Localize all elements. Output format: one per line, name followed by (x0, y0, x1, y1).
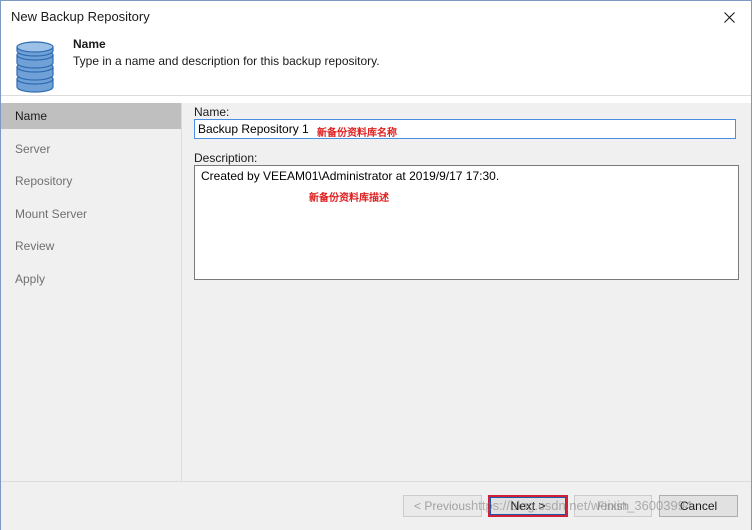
wizard-footer: < Previous Next > Finish Cancel (1, 481, 751, 530)
name-input[interactable] (194, 119, 736, 139)
step-subtitle: Type in a name and description for this … (73, 54, 380, 68)
sidebar-item-mount-server[interactable]: Mount Server (1, 201, 181, 227)
title-bar: New Backup Repository (1, 1, 751, 33)
sidebar-item-name[interactable]: Name (1, 103, 181, 129)
sidebar-item-repository[interactable]: Repository (1, 168, 181, 194)
sidebar-item-review[interactable]: Review (1, 233, 181, 259)
description-input[interactable]: Created by VEEAM01\Administrator at 2019… (194, 165, 739, 280)
dialog-window: New Backup Repository Name Type in a nam… (0, 0, 752, 530)
description-annotation: 新备份资料库描述 (309, 193, 389, 204)
close-button[interactable] (707, 1, 751, 33)
next-button[interactable]: Next > (488, 495, 568, 517)
finish-button[interactable]: Finish (574, 495, 652, 517)
window-title: New Backup Repository (11, 9, 150, 24)
database-icon (16, 41, 54, 93)
name-label: Name: (194, 105, 230, 119)
form-area: Name: 新备份资料库名称 Description: Created by V… (182, 103, 751, 481)
wizard-steps-sidebar: Name Server Repository Mount Server Revi… (1, 103, 182, 481)
sidebar-item-server[interactable]: Server (1, 136, 181, 162)
sidebar-item-apply[interactable]: Apply (1, 266, 181, 292)
previous-button[interactable]: < Previous (403, 495, 482, 517)
cancel-button[interactable]: Cancel (659, 495, 738, 517)
wizard-header: Name Type in a name and description for … (1, 33, 751, 96)
description-label: Description: (194, 151, 258, 165)
step-title: Name (73, 37, 106, 51)
name-annotation: 新备份资料库名称 (317, 128, 397, 139)
close-icon (723, 11, 735, 23)
